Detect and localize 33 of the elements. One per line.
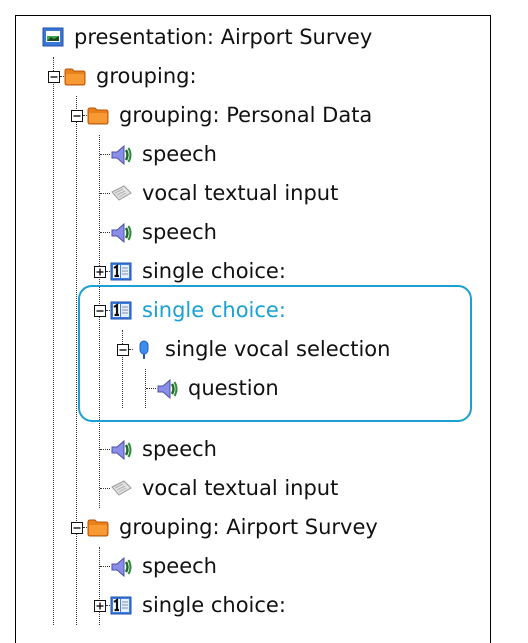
choice-list-icon	[110, 300, 132, 322]
collapse-toggle[interactable]	[94, 304, 106, 316]
tree-item[interactable]: grouping: Personal Data	[119, 104, 372, 128]
tree-item[interactable]: speech	[142, 142, 217, 166]
tree-item[interactable]: vocal textual input	[142, 182, 338, 206]
tree-item[interactable]: question	[188, 376, 279, 400]
tree-item[interactable]: presentation: Airport Survey	[74, 26, 372, 50]
choice-list-icon	[110, 260, 132, 282]
tree-item[interactable]: single choice:	[142, 260, 286, 284]
collapse-toggle[interactable]	[117, 344, 129, 356]
tree-item[interactable]: vocal textual input	[142, 476, 338, 500]
speaker-icon	[156, 378, 178, 400]
presentation-icon	[42, 26, 64, 48]
folder-icon	[87, 104, 109, 126]
collapse-toggle[interactable]	[71, 110, 83, 122]
speaker-icon	[110, 144, 132, 166]
speaker-icon	[110, 222, 132, 244]
folder-icon	[64, 66, 86, 88]
tree-item[interactable]: speech	[142, 438, 217, 462]
expand-toggle[interactable]	[94, 600, 106, 612]
tree-item[interactable]: speech	[142, 554, 217, 578]
tree-item[interactable]: speech	[142, 220, 217, 244]
tree-item[interactable]: single vocal selection	[165, 338, 390, 362]
choice-list-icon	[110, 594, 132, 616]
tree-item[interactable]: grouping: Airport Survey	[119, 516, 378, 540]
collapse-toggle[interactable]	[71, 522, 83, 534]
tree-item[interactable]: grouping:	[96, 64, 197, 88]
speaker-icon	[110, 438, 132, 460]
folder-icon	[87, 516, 109, 538]
collapse-toggle[interactable]	[48, 70, 60, 82]
tree-item[interactable]: single choice:	[142, 594, 286, 618]
speaker-icon	[110, 556, 132, 578]
expand-toggle[interactable]	[94, 266, 106, 278]
